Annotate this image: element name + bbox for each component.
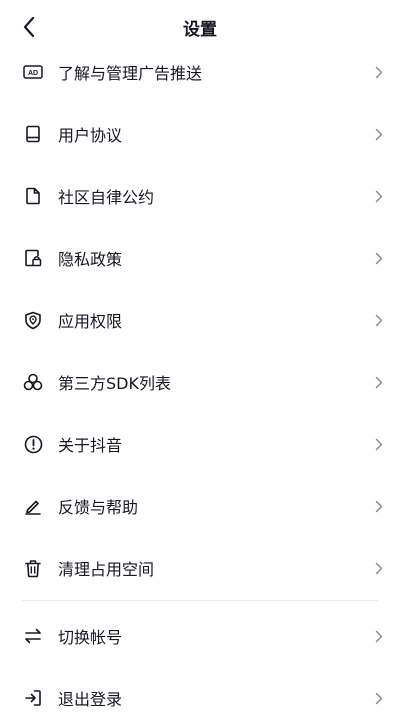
settings-item-label: 用户协议 xyxy=(58,126,123,145)
ad-icon: AD xyxy=(22,61,44,83)
shield-location-icon xyxy=(22,309,44,331)
settings-item-app-permissions[interactable]: 应用权限 xyxy=(0,295,400,345)
settings-item-label: 隐私政策 xyxy=(58,250,123,269)
svg-text:AD: AD xyxy=(28,70,38,77)
chevron-right-icon xyxy=(372,629,386,643)
settings-item-label: 清理占用空间 xyxy=(58,560,155,579)
book-icon xyxy=(22,123,44,145)
triangle-circles-icon xyxy=(22,371,44,393)
chevron-right-icon xyxy=(372,375,386,389)
settings-item-label: 关于抖音 xyxy=(58,436,123,455)
info-circle-icon xyxy=(22,433,44,455)
settings-item-switch-account[interactable]: 切换帐号 xyxy=(0,611,400,661)
settings-item-label: 反馈与帮助 xyxy=(58,498,139,517)
settings-item-feedback-help[interactable]: 反馈与帮助 xyxy=(0,481,400,531)
chevron-right-icon xyxy=(372,499,386,513)
pen-edit-icon xyxy=(22,495,44,517)
settings-item-privacy-policy[interactable]: 隐私政策 xyxy=(0,233,400,283)
settings-item-about[interactable]: 关于抖音 xyxy=(0,419,400,469)
settings-item-label: 应用权限 xyxy=(58,312,123,331)
settings-item-label: 了解与管理广告推送 xyxy=(58,64,203,83)
settings-item-community-guidelines[interactable]: 社区自律公约 xyxy=(0,171,400,221)
chevron-right-icon xyxy=(372,437,386,451)
chevron-right-icon xyxy=(372,251,386,265)
chevron-right-icon xyxy=(372,313,386,327)
trash-icon xyxy=(22,557,44,579)
settings-item-clear-storage[interactable]: 清理占用空间 xyxy=(0,543,400,593)
page-title: 设置 xyxy=(183,20,217,40)
settings-item-logout[interactable]: 退出登录 xyxy=(0,673,400,723)
header-bar: 设置 xyxy=(0,0,400,50)
swap-arrows-icon xyxy=(22,625,44,647)
chevron-right-icon xyxy=(372,65,386,79)
chevron-right-icon xyxy=(372,561,386,575)
settings-item-label: 切换帐号 xyxy=(58,628,123,647)
settings-item-ad-management[interactable]: AD 了解与管理广告推送 xyxy=(0,47,400,97)
privacy-lock-document-icon xyxy=(22,247,44,269)
chevron-right-icon xyxy=(372,127,386,141)
chevron-right-icon xyxy=(372,691,386,705)
chevron-right-icon xyxy=(372,189,386,203)
settings-item-user-agreement[interactable]: 用户协议 xyxy=(0,109,400,159)
document-icon xyxy=(22,185,44,207)
settings-item-label: 第三方SDK列表 xyxy=(58,374,171,393)
logout-icon xyxy=(22,687,44,709)
settings-item-third-party-sdk[interactable]: 第三方SDK列表 xyxy=(0,357,400,407)
settings-item-label: 退出登录 xyxy=(58,690,123,709)
section-divider xyxy=(22,600,378,601)
settings-item-label: 社区自律公约 xyxy=(58,188,155,207)
